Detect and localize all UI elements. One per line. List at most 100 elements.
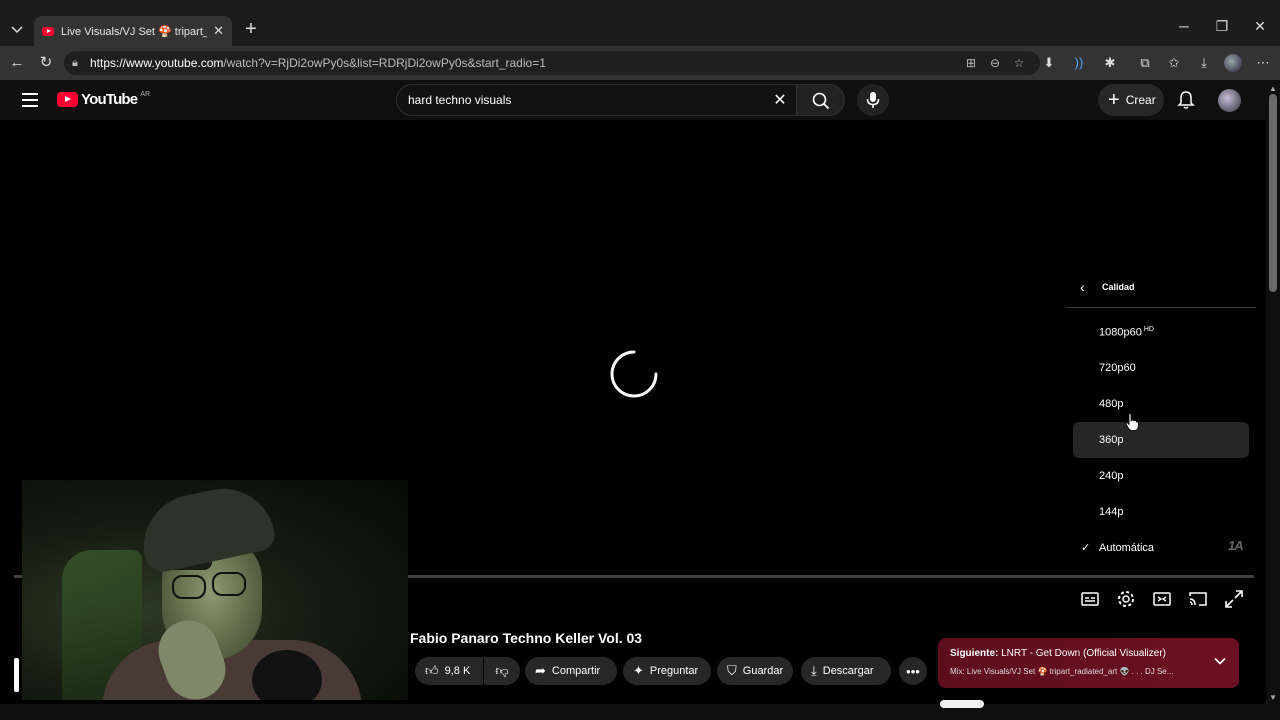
notifications-bell-icon[interactable] <box>1176 90 1196 110</box>
quality-option-label: 360p <box>1099 434 1124 446</box>
minimize-icon[interactable]: ─ <box>1172 18 1196 34</box>
close-tab-icon[interactable]: ✕ <box>213 23 224 39</box>
quality-option-360p[interactable]: 360p <box>1073 422 1249 458</box>
quality-option-240p[interactable]: 240p <box>1073 458 1249 494</box>
checkmark-icon: ✓ <box>1081 542 1091 554</box>
theater-mode-icon[interactable] <box>1151 588 1173 610</box>
quality-option-144p[interactable]: 144p <box>1073 494 1249 530</box>
filter-chip[interactable] <box>940 700 984 708</box>
reload-icon[interactable]: ↻ <box>36 53 56 73</box>
settings-gear-icon[interactable] <box>1115 588 1137 610</box>
next-up-prefix: Siguiente: <box>950 648 999 659</box>
hd-badge: HD <box>1143 326 1154 333</box>
url-path: /watch?v=RjDi2owPy0s&list=RDRjDi2owPy0s&… <box>223 56 546 70</box>
next-up-mix: Mix: Live Visuals/VJ Set 🍄 tripart_radia… <box>950 667 1174 676</box>
more-menu-icon[interactable]: ⋯ <box>1254 54 1272 72</box>
next-up-title-line: Siguiente: LNRT - Get Down (Official Vis… <box>950 648 1166 659</box>
search-button[interactable] <box>797 84 845 116</box>
quality-option-480p[interactable]: 480p <box>1073 386 1249 422</box>
fullscreen-icon[interactable] <box>1223 588 1245 610</box>
read-aloud-icon[interactable]: )) <box>1070 54 1088 72</box>
restore-icon[interactable]: ❐ <box>1210 18 1234 35</box>
search-query: hard techno visuals <box>408 93 512 107</box>
search-input[interactable]: hard techno visuals ✕ <box>396 84 797 116</box>
quality-option-1080p60[interactable]: 1080p60 HD <box>1073 314 1249 350</box>
quality-option-label: 480p <box>1099 398 1124 410</box>
quality-menu-title: Calidad <box>1102 282 1135 292</box>
new-tab-button[interactable]: + <box>240 18 262 40</box>
cast-icon[interactable] <box>1187 588 1209 610</box>
logo-text: YouTube <box>81 91 138 108</box>
quality-option-label: 720p60 <box>1099 362 1136 374</box>
quality-option-label: 144p <box>1099 506 1124 518</box>
scroll-up-icon[interactable]: ▲ <box>1269 84 1277 93</box>
extension-pin-icon[interactable]: ⬇ <box>1040 54 1058 72</box>
back-chevron-icon[interactable]: ‹ <box>1080 279 1085 295</box>
tab-title: Live Visuals/VJ Set 🍄 tripart_radiat <box>61 25 207 38</box>
share-icon: ➦ <box>535 663 546 678</box>
quality-option-auto[interactable]: ✓ Automática <box>1073 530 1249 566</box>
account-avatar[interactable] <box>1218 89 1241 112</box>
quality-option-label: Automática <box>1099 542 1155 554</box>
browser-tab[interactable]: Live Visuals/VJ Set 🍄 tripart_radiat ✕ <box>34 16 232 46</box>
favorites-icon[interactable]: ✩ <box>1165 54 1183 72</box>
browser-profile-avatar[interactable] <box>1224 54 1242 72</box>
address-bar[interactable]: 🔒︎ https://www.youtube.com/watch?v=RjDi2… <box>64 51 1040 75</box>
share-button[interactable]: ➦ Compartir <box>525 657 617 685</box>
clear-search-icon[interactable]: ✕ <box>770 90 790 110</box>
favorite-star-icon[interactable]: ☆ <box>1010 54 1028 72</box>
bottom-strip <box>0 704 1280 720</box>
expand-chevron-icon[interactable] <box>1213 654 1227 668</box>
downloads-icon[interactable]: ⤓ <box>1195 54 1213 72</box>
ask-button[interactable]: ✦ Preguntar <box>623 657 711 685</box>
youtube-logo[interactable]: YouTube AR <box>57 91 150 108</box>
youtube-favicon-icon <box>42 26 54 36</box>
video-title: Fabio Panaro Techno Keller Vol. 03 <box>410 630 643 646</box>
quality-option-label: 1080p60 <box>1099 326 1142 339</box>
address-toolbar: ← ↻ 🔒︎ https://www.youtube.com/watch?v=R… <box>0 46 1280 80</box>
scroll-thumb[interactable] <box>1269 94 1277 292</box>
quality-option-720p60[interactable]: 720p60 <box>1073 350 1249 386</box>
subtitles-icon[interactable] <box>1079 588 1101 610</box>
plus-icon: + <box>1108 89 1120 111</box>
site-info-icon[interactable]: 🔒︎ <box>72 51 78 75</box>
thumbs-up-icon: 👍︎ <box>425 663 439 678</box>
create-button[interactable]: + Crear <box>1098 84 1164 116</box>
next-up-title: LNRT - Get Down (Official Visualizer) <box>1001 648 1166 659</box>
more-icon: ••• <box>906 663 920 679</box>
loading-spinner-icon <box>610 350 658 398</box>
dislike-button[interactable]: 👎︎ <box>484 657 520 685</box>
page-scrollbar[interactable]: ▲ ▼ <box>1266 80 1280 704</box>
quality-option-label: 240p <box>1099 470 1124 482</box>
thumbs-down-icon: 👎︎ <box>495 663 509 678</box>
download-button[interactable]: ⤓ Descargar <box>801 657 891 685</box>
ask-label: Preguntar <box>649 665 699 677</box>
app-available-icon[interactable]: ⊞ <box>962 54 980 72</box>
zoom-icon[interactable]: ⊖ <box>986 54 1004 72</box>
youtube-header: YouTube AR hard techno visuals ✕ + Crear <box>0 80 1266 120</box>
channel-watermark-icon[interactable]: 1A <box>1228 538 1244 553</box>
download-label: Descargar <box>822 665 874 677</box>
quality-menu: ‹ Calidad 1080p60 HD 720p60 480p 360p 240… <box>1066 270 1256 570</box>
scroll-down-icon[interactable]: ▼ <box>1269 693 1277 702</box>
extensions-icon[interactable]: ✱ <box>1101 54 1119 72</box>
chevron-down-icon <box>11 26 23 34</box>
sidebar-edge <box>14 658 19 692</box>
menu-icon[interactable] <box>22 93 38 107</box>
close-window-icon[interactable]: ✕ <box>1248 18 1272 35</box>
like-button[interactable]: 👍︎ 9,8 K <box>415 657 483 685</box>
quality-menu-header[interactable]: ‹ Calidad <box>1066 270 1256 308</box>
save-button[interactable]: ⛉ Guardar <box>717 657 793 685</box>
browser-tab-bar: Live Visuals/VJ Set 🍄 tripart_radiat ✕ +… <box>0 0 1280 46</box>
url-host: https://www.youtube.com <box>90 56 224 70</box>
next-up-card[interactable]: Siguiente: LNRT - Get Down (Official Vis… <box>938 638 1239 688</box>
webcam-overlay <box>22 480 408 700</box>
voice-search-button[interactable] <box>857 84 889 116</box>
more-actions-button[interactable]: ••• <box>899 657 927 685</box>
share-label: Compartir <box>551 665 601 677</box>
split-screen-icon[interactable]: ⧉ <box>1136 54 1154 72</box>
microphone-icon <box>866 92 880 108</box>
back-icon[interactable]: ← <box>7 53 27 73</box>
tab-list-button[interactable] <box>6 19 28 41</box>
youtube-play-icon <box>57 92 78 107</box>
